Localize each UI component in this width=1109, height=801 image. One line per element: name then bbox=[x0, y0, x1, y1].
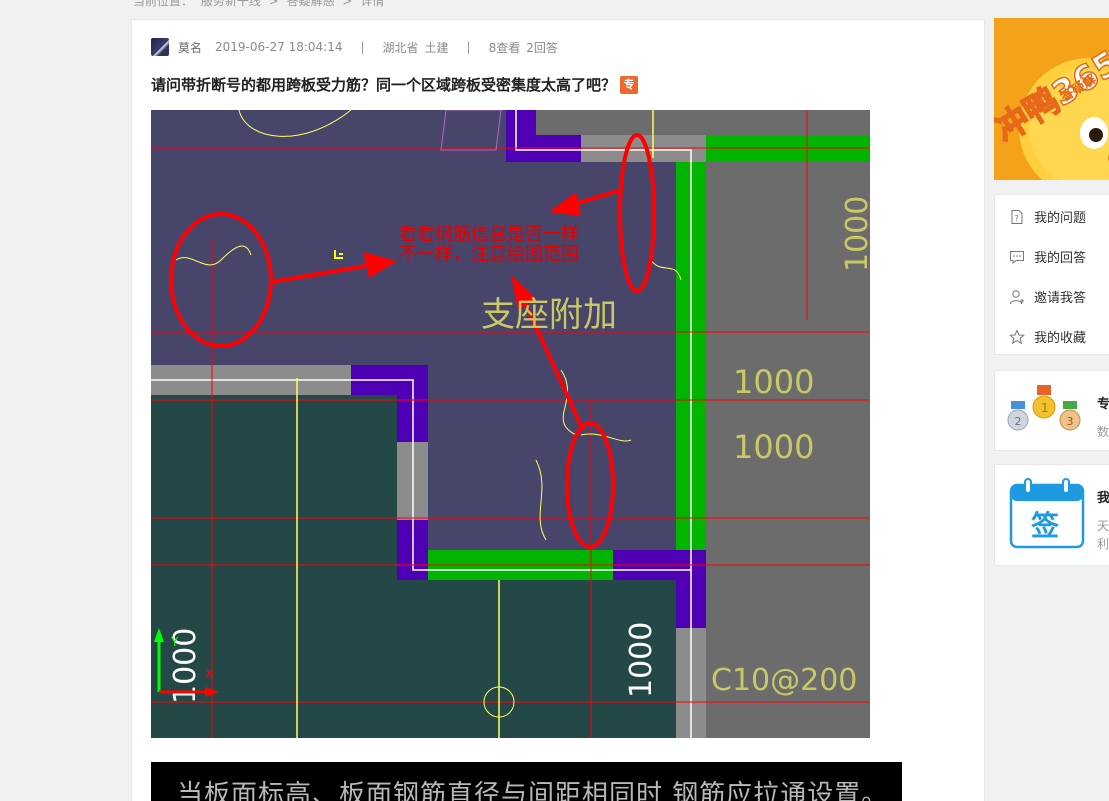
menu-my-favorites[interactable]: 我的收藏 bbox=[1009, 327, 1086, 346]
svg-text:2: 2 bbox=[1015, 415, 1022, 428]
meta-divider: | bbox=[466, 40, 471, 54]
user-plus-icon bbox=[1010, 289, 1024, 304]
reference-text: 当板面标高、板面钢筋直径与间距相同时 钢筋应拉通设置。 bbox=[177, 780, 889, 801]
ucs-y-label: Y bbox=[170, 635, 179, 649]
menu-label: 我的问题 bbox=[1034, 211, 1087, 226]
support-label: 支座附加 bbox=[481, 295, 617, 335]
view-count: 8查看 bbox=[488, 40, 521, 55]
chat-bubble-icon bbox=[1010, 250, 1024, 264]
annotation-text-line2: 不一样，注意绘图范围 bbox=[399, 244, 579, 265]
answer-count: 2回答 bbox=[526, 40, 558, 55]
breadcrumb-link-service[interactable]: 服务新干线 bbox=[201, 0, 261, 8]
menu-label: 我的收藏 bbox=[1034, 331, 1087, 346]
dimension-label-vertical: 1000 bbox=[624, 622, 659, 698]
breadcrumb-separator: > bbox=[268, 0, 279, 8]
expert-card[interactable]: 1 2 3 专 数 bbox=[994, 370, 1109, 451]
breadcrumb-prefix: 当前位置： bbox=[133, 0, 194, 8]
breadcrumb-link-qa[interactable]: 答疑解惑 bbox=[287, 0, 335, 8]
user-menu-card: ? 我的问题 我的回答 邀请我答 我的收藏 bbox=[994, 194, 1109, 355]
expert-badge: 专 bbox=[620, 75, 639, 94]
mascot-pupil bbox=[1089, 128, 1103, 142]
banner-art: 冲鸭365 答疑解 bbox=[994, 18, 1109, 180]
sign-in-title: 我 bbox=[1097, 491, 1109, 506]
expert-card-title: 专 bbox=[1097, 397, 1109, 412]
annotation-text-line1: 看看钢筋信息是否一样 bbox=[399, 224, 579, 245]
svg-text:3: 3 bbox=[1067, 415, 1074, 428]
author-name[interactable]: 莫名 bbox=[178, 39, 202, 56]
calendar-sign-icon: 签 bbox=[1009, 478, 1085, 549]
svg-text:?: ? bbox=[1015, 214, 1019, 223]
avatar[interactable] bbox=[151, 38, 169, 56]
svg-text:1: 1 bbox=[1041, 401, 1049, 415]
dimension-label: 1000 bbox=[733, 428, 814, 466]
sign-in-subtitle: 天 bbox=[1097, 519, 1109, 533]
region: 湖北省 bbox=[382, 40, 419, 55]
discipline: 土建 bbox=[424, 40, 449, 55]
sign-in-card[interactable]: 签 我 天 利 bbox=[994, 464, 1109, 566]
medals-icon: 1 2 3 bbox=[1007, 385, 1081, 431]
reference-image-strip[interactable]: 当板面标高、板面钢筋直径与间距相同时 钢筋应拉通设置。 bbox=[151, 762, 902, 801]
sign-icon-text: 签 bbox=[1031, 509, 1059, 542]
ucs-x-label: X bbox=[205, 667, 213, 681]
question-title: 请问带折断号的都用跨板受力筋？同一个区域跨板受密集度太高了吧？ 专 bbox=[151, 74, 639, 95]
question-card: 莫名 2019-06-27 18:04:14 | 湖北省 土建 | 8查看 2回… bbox=[131, 19, 985, 801]
sign-in-subtitle: 利 bbox=[1097, 537, 1109, 551]
promo-banner[interactable]: 冲鸭365 答疑解 bbox=[994, 18, 1109, 180]
question-doc-icon: ? bbox=[1011, 209, 1023, 224]
menu-my-questions[interactable]: ? 我的问题 bbox=[1009, 207, 1086, 226]
rebar-spec-label: C10@200 bbox=[711, 663, 857, 698]
dimension-label: 1000 bbox=[733, 363, 814, 401]
expert-card-subtitle: 数 bbox=[1097, 425, 1109, 439]
cad-screenshot[interactable]: 看看钢筋信息是否一样 不一样，注意绘图范围 支座附加 1000 1000 100… bbox=[151, 110, 870, 738]
breadcrumb: 当前位置： 服务新干线 > 答疑解惑 > 详情 bbox=[133, 0, 388, 9]
breadcrumb-separator: > bbox=[342, 0, 353, 8]
gray-slab-top bbox=[531, 110, 870, 135]
post-datetime: 2019-06-27 18:04:14 bbox=[215, 40, 343, 54]
star-icon bbox=[1009, 328, 1025, 344]
page: 当前位置： 服务新干线 > 答疑解惑 > 详情 莫名 2019-06-27 18… bbox=[0, 0, 1109, 801]
menu-label: 邀请我答 bbox=[1034, 291, 1087, 306]
menu-my-answers[interactable]: 我的回答 bbox=[1009, 247, 1086, 266]
dimension-label-vertical: 1000 bbox=[840, 196, 870, 272]
question-meta: 莫名 2019-06-27 18:04:14 | 湖北省 土建 | 8查看 2回… bbox=[151, 38, 558, 56]
breadcrumb-current: 详情 bbox=[360, 0, 385, 8]
question-title-text: 请问带折断号的都用跨板受力筋？同一个区域跨板受密集度太高了吧？ bbox=[151, 76, 617, 94]
meta-divider: | bbox=[360, 40, 365, 54]
cad-drawing: 看看钢筋信息是否一样 不一样，注意绘图范围 支座附加 1000 1000 100… bbox=[151, 110, 870, 738]
menu-invited-to-answer[interactable]: 邀请我答 bbox=[1009, 287, 1086, 306]
menu-label: 我的回答 bbox=[1034, 251, 1087, 266]
